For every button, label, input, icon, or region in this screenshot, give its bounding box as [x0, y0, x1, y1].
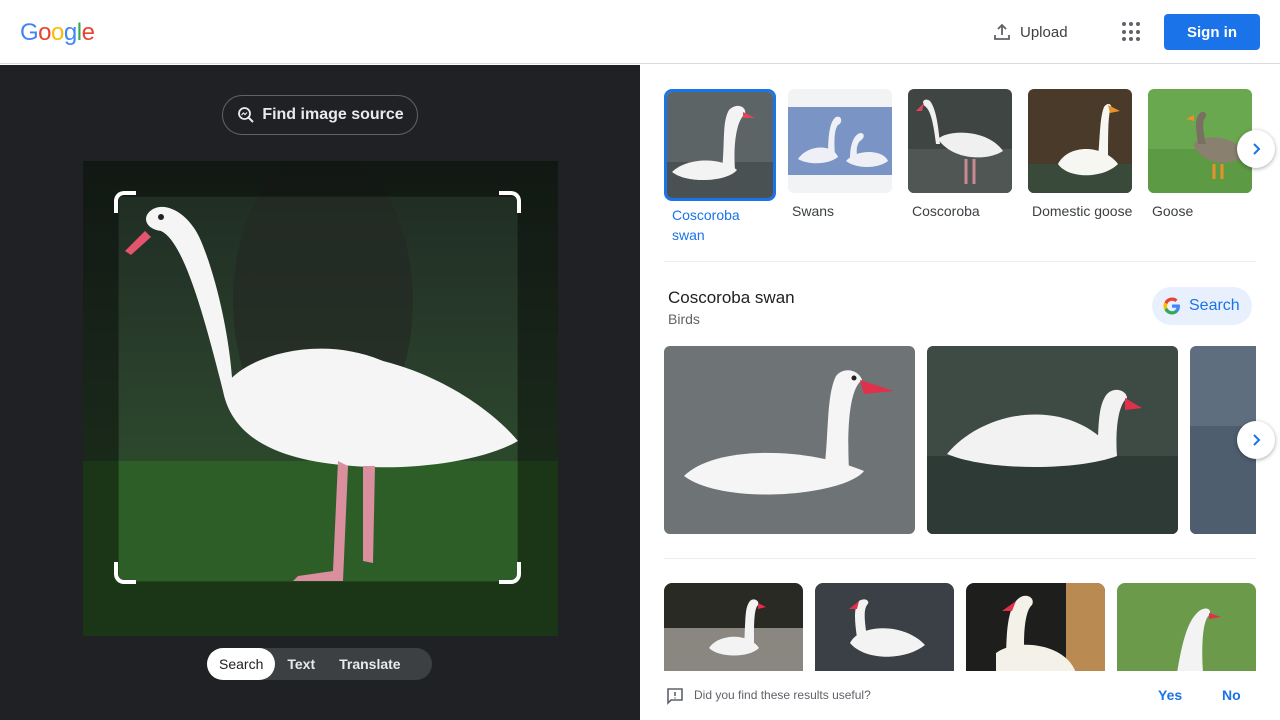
upload-icon	[994, 23, 1010, 40]
chip-label: Swans	[792, 203, 835, 219]
crop-handle-top-right[interactable]	[499, 191, 521, 213]
entity-search-label: Search	[1189, 297, 1240, 314]
crop-handle-top-left[interactable]	[114, 191, 136, 213]
upload-button[interactable]: Upload	[992, 20, 1068, 44]
divider	[664, 261, 1256, 262]
crop-handle-bottom-right[interactable]	[499, 562, 521, 584]
query-image[interactable]	[83, 161, 558, 636]
crop-handle-bottom-left[interactable]	[114, 562, 136, 584]
chips-next-button[interactable]	[1237, 130, 1275, 168]
chip-thumbnail	[664, 89, 776, 201]
find-image-source-label: Find image source	[262, 106, 404, 123]
result-image-1[interactable]	[664, 583, 803, 673]
google-g-icon	[1163, 297, 1180, 315]
feedback-icon	[667, 688, 683, 705]
find-image-source-button[interactable]: Find image source	[222, 95, 418, 135]
chip-label: Goose	[1152, 203, 1194, 219]
chip-coscoroba[interactable]: Coscoroba	[908, 89, 1020, 221]
results-panel: Coscoroba swan Swans Coscoroba Domestic …	[640, 65, 1280, 720]
chevron-right-icon	[1253, 434, 1261, 446]
top-bar: Google Upload Sign in	[0, 0, 1280, 64]
result-image-4[interactable]	[1117, 583, 1256, 673]
swan-photo	[83, 161, 558, 636]
image-search-icon	[238, 107, 255, 123]
feedback-bar: Did you find these results useful? Yes N…	[640, 671, 1280, 720]
chevron-right-icon	[1253, 143, 1261, 155]
entity-search-button[interactable]: Search	[1152, 287, 1252, 325]
chip-label: Coscoroba	[912, 203, 980, 219]
feedback-yes-button[interactable]: Yes	[1158, 687, 1182, 703]
divider	[664, 558, 1256, 559]
google-logo[interactable]: Google	[20, 19, 95, 47]
chip-label: Domestic goose	[1032, 203, 1133, 219]
entity-subtitle: Birds	[668, 311, 700, 327]
image-panel: Find image source Search Text Translate	[0, 65, 640, 720]
entity-image-1[interactable]	[664, 346, 915, 534]
mode-text[interactable]: Text	[275, 648, 327, 680]
entity-title: Coscoroba swan	[668, 288, 795, 307]
result-image-3[interactable]	[966, 583, 1105, 673]
chip-thumbnail	[908, 89, 1012, 193]
entity-image-2[interactable]	[927, 346, 1178, 534]
feedback-question: Did you find these results useful?	[694, 688, 871, 702]
feedback-no-button[interactable]: No	[1222, 687, 1241, 703]
mode-search[interactable]: Search	[207, 648, 276, 680]
chip-domestic-goose[interactable]: Domestic goose	[1028, 89, 1140, 221]
chip-thumbnail	[1028, 89, 1132, 193]
entity-images-next-button[interactable]	[1237, 421, 1275, 459]
sign-in-button[interactable]: Sign in	[1164, 14, 1260, 50]
lens-mode-switcher: Search Text Translate	[207, 648, 432, 680]
upload-label: Upload	[1020, 23, 1068, 41]
chip-coscoroba-swan[interactable]: Coscoroba swan	[664, 89, 776, 245]
chip-thumbnail	[788, 89, 892, 193]
apps-grid-icon[interactable]	[1122, 22, 1142, 42]
chip-swans[interactable]: Swans	[788, 89, 900, 221]
mode-translate[interactable]: Translate	[327, 648, 412, 680]
result-image-2[interactable]	[815, 583, 954, 673]
chip-thumbnail	[1148, 89, 1252, 193]
chip-label: Coscoroba swan	[672, 207, 740, 243]
